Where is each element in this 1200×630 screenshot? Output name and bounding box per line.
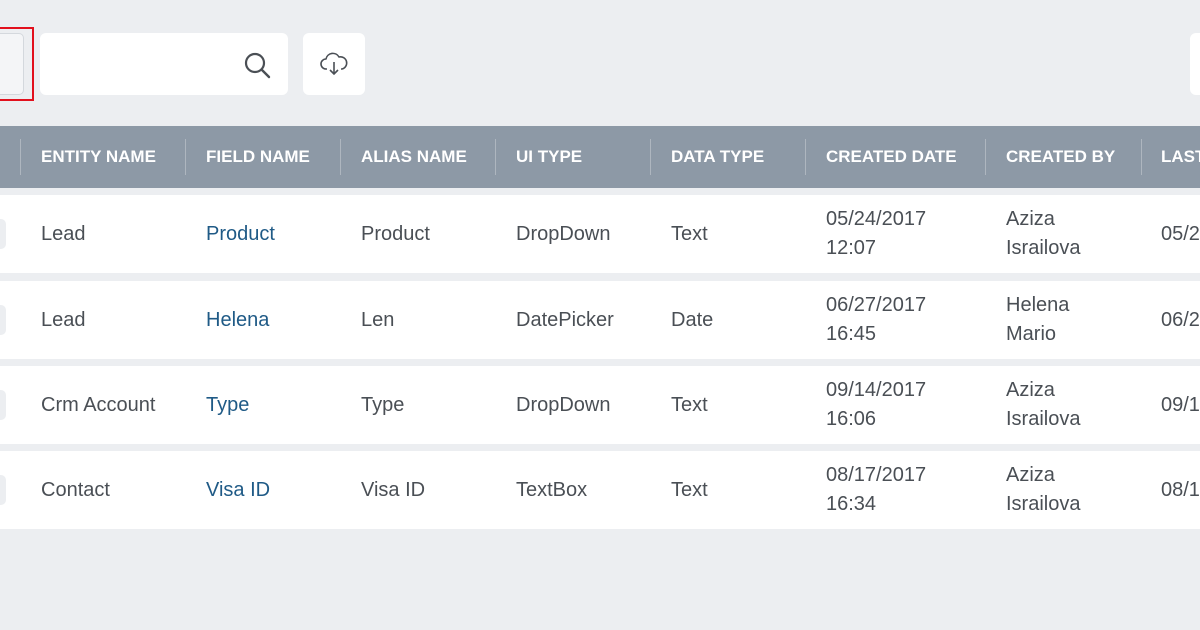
created-date-value: 05/24/2017 <box>826 208 927 230</box>
table-header: ENTITY NAME FIELD NAME ALIAS NAME UI TYP… <box>0 126 1200 188</box>
cell-field-name-link[interactable]: Helena <box>206 281 336 359</box>
created-date-value: 09/14/2017 <box>826 379 927 401</box>
row-checkbox[interactable] <box>0 390 6 420</box>
cell-created-date: 05/24/2017 12:07 <box>826 195 981 273</box>
cell-entity-name: Contact <box>41 478 110 501</box>
created-date-value: 06/27/2017 <box>826 294 927 316</box>
settings-button[interactable] <box>1190 33 1200 95</box>
cell-alias-name: Len <box>361 308 395 331</box>
cell-field-name-link[interactable]: Visa ID <box>206 451 336 529</box>
cell-data-type: Date <box>671 308 714 331</box>
row-checkbox[interactable] <box>0 219 6 249</box>
cell-ui-type: TextBox <box>516 478 588 501</box>
cell-last: 06/2 <box>1161 308 1200 331</box>
cell-alias-name: Type <box>361 393 405 416</box>
column-header-data-type[interactable]: DATA TYPE <box>671 126 764 188</box>
table-row[interactable]: Contact Visa ID Visa ID TextBox Text 08/… <box>0 451 1200 529</box>
cell-data-type: Text <box>671 393 708 416</box>
created-by-last-name: Israilova <box>1006 493 1081 515</box>
created-by-last-name: Mario <box>1006 323 1057 345</box>
cell-data-type: Text <box>671 222 708 245</box>
column-header-ui-type[interactable]: UI TYPE <box>516 126 582 188</box>
cell-created-by: Aziza Israilova <box>1006 195 1136 273</box>
cell-ui-type: DropDown <box>516 393 611 416</box>
cell-entity-name: Lead <box>41 222 86 245</box>
created-by-first-name: Aziza <box>1006 379 1055 401</box>
column-separator <box>1141 139 1142 175</box>
table-row[interactable]: Lead Helena Len DatePicker Date 06/27/20… <box>0 281 1200 359</box>
column-header-last[interactable]: LAST <box>1161 126 1200 188</box>
column-header-alias-name[interactable]: ALIAS NAME <box>361 126 467 188</box>
column-separator <box>805 139 806 175</box>
created-time-value: 16:34 <box>826 493 877 515</box>
search-input[interactable] <box>50 33 234 97</box>
column-header-created-date[interactable]: CREATED DATE <box>826 126 957 188</box>
column-separator <box>650 139 651 175</box>
search-icon[interactable] <box>243 51 271 79</box>
cell-created-by: Aziza Israilova <box>1006 366 1136 444</box>
created-time-value: 12:07 <box>826 237 877 259</box>
row-checkbox[interactable] <box>0 475 6 505</box>
cell-created-date: 09/14/2017 16:06 <box>826 366 981 444</box>
table-row[interactable]: Lead Product Product DropDown Text 05/24… <box>0 195 1200 273</box>
created-by-first-name: Aziza <box>1006 464 1055 486</box>
download-button[interactable] <box>303 33 365 95</box>
created-by-first-name: Aziza <box>1006 208 1055 230</box>
column-separator <box>495 139 496 175</box>
column-separator <box>985 139 986 175</box>
column-separator <box>340 139 341 175</box>
created-by-last-name: Israilova <box>1006 237 1081 259</box>
cell-field-name-link[interactable]: Product <box>206 195 336 273</box>
created-date-value: 08/17/2017 <box>826 464 927 486</box>
cell-last: 09/1 <box>1161 393 1200 416</box>
column-separator <box>185 139 186 175</box>
cell-ui-type: DropDown <box>516 222 611 245</box>
cell-created-by: Aziza Israilova <box>1006 451 1136 529</box>
created-by-first-name: Helena <box>1006 294 1070 316</box>
column-header-entity-name[interactable]: ENTITY NAME <box>41 126 156 188</box>
cell-last: 08/1 <box>1161 478 1200 501</box>
created-time-value: 16:06 <box>826 408 877 430</box>
cloud-download-icon <box>320 52 348 76</box>
column-header-field-name[interactable]: FIELD NAME <box>206 126 310 188</box>
cell-created-date: 06/27/2017 16:45 <box>826 281 981 359</box>
cell-field-name-link[interactable]: Type <box>206 366 336 444</box>
column-separator <box>20 139 21 175</box>
table-row[interactable]: Crm Account Type Type DropDown Text 09/1… <box>0 366 1200 444</box>
column-header-created-by[interactable]: CREATED BY <box>1006 126 1115 188</box>
cell-alias-name: Visa ID <box>361 478 426 501</box>
created-by-last-name: Israilova <box>1006 408 1081 430</box>
created-time-value: 16:45 <box>826 323 877 345</box>
cell-created-date: 08/17/2017 16:34 <box>826 451 981 529</box>
cell-alias-name: Product <box>361 222 430 245</box>
row-checkbox[interactable] <box>0 305 6 335</box>
cell-created-by: Helena Mario <box>1006 281 1136 359</box>
cell-entity-name: Lead <box>41 308 86 331</box>
cell-last: 05/2 <box>1161 222 1200 245</box>
selection-highlight <box>0 27 34 101</box>
cell-data-type: Text <box>671 478 708 501</box>
cell-entity-name: Crm Account <box>41 393 156 416</box>
cell-ui-type: DatePicker <box>516 308 614 331</box>
